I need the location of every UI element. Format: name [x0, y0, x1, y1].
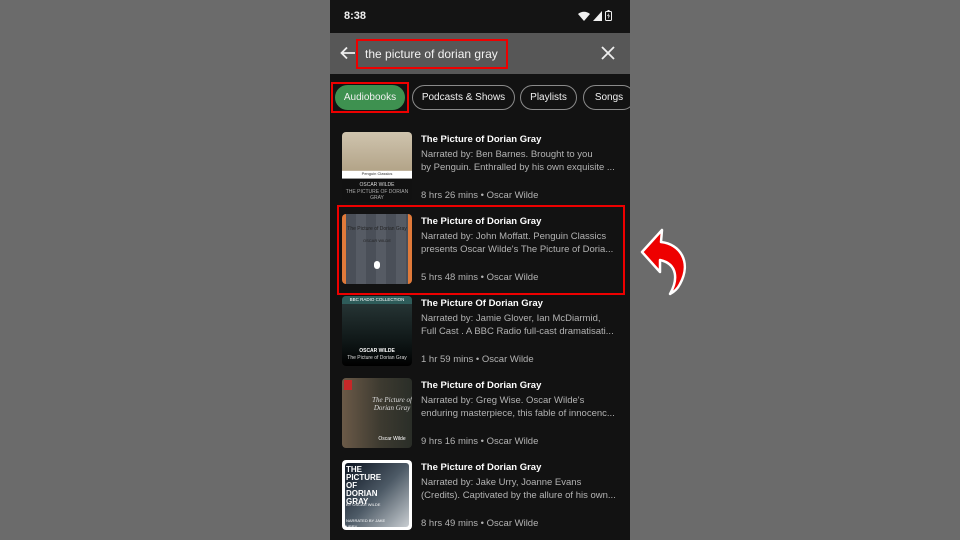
chip-label: Songs — [594, 92, 624, 103]
duration: 8 hrs 26 mins — [421, 190, 479, 201]
phone-screen: 8:38 Audiobooks Podcasts & Shows Playlis… — [330, 0, 630, 540]
cover-title: The Picture of Dorian Gray — [372, 396, 412, 412]
cover-art: The Picture of Dorian Gray Oscar Wilde — [342, 378, 412, 448]
chip-audiobooks[interactable]: Audiobooks — [335, 85, 405, 110]
result-title: The Picture of Dorian Gray — [421, 462, 542, 473]
result-title: The Picture of Dorian Gray — [421, 216, 542, 227]
author: Oscar Wilde — [486, 272, 539, 283]
result-row[interactable]: Penguin Classics OSCAR WILDE THE PICTURE… — [330, 126, 630, 206]
cover-art: BBC RADIO COLLECTION OSCAR WILDE The Pic… — [342, 296, 412, 366]
result-meta: 5 hrs 48 mins • Oscar Wilde — [421, 272, 538, 283]
description-line: Full Cast . A BBC Radio full-cast dramat… — [421, 326, 614, 337]
result-description: Narrated by: Ben Barnes. Brought to you … — [421, 148, 621, 174]
duration: 8 hrs 49 mins — [421, 518, 479, 529]
cover-author: Oscar Wilde — [378, 436, 406, 442]
cover-narrator: NARRATED BY JAKE URRY — [346, 518, 386, 529]
search-input[interactable] — [356, 39, 508, 69]
result-title: The Picture Of Dorian Gray — [421, 298, 543, 309]
close-icon[interactable] — [598, 43, 618, 63]
duration: 9 hrs 16 mins — [421, 436, 479, 447]
status-bar: 8:38 — [330, 0, 630, 33]
result-meta: 9 hrs 16 mins • Oscar Wilde — [421, 436, 538, 447]
status-icons — [578, 10, 612, 21]
result-row[interactable]: The Picture of Dorian Gray Oscar Wilde T… — [330, 372, 630, 452]
publisher-logo — [344, 380, 352, 390]
chip-podcasts-shows[interactable]: Podcasts & Shows — [412, 85, 515, 110]
cover-title: THE PICTURE OF DORIAN GRAY — [345, 189, 409, 201]
cover-author: OSCAR WILDE — [362, 238, 391, 243]
author: Oscar Wilde — [486, 190, 539, 201]
separator: • — [478, 518, 487, 529]
cover-author: BY OSCAR WILDE — [346, 502, 381, 507]
description-line: presents Oscar Wilde's The Picture of Do… — [421, 244, 614, 255]
duration: 5 hrs 48 mins — [421, 272, 479, 283]
result-description: Narrated by: Greg Wise. Oscar Wilde's en… — [421, 394, 621, 420]
curved-arrow-icon — [640, 228, 686, 296]
chip-label: Playlists — [530, 92, 567, 103]
wifi-icon — [578, 11, 590, 21]
result-description: Narrated by: Jake Urry, Joanne Evans (Cr… — [421, 476, 621, 502]
arrow-left-icon[interactable] — [338, 43, 358, 63]
author: Oscar Wilde — [486, 518, 539, 529]
cover-art: Penguin Classics OSCAR WILDE THE PICTURE… — [342, 132, 412, 202]
cover-art: The Picture of Dorian Gray OSCAR WILDE — [342, 214, 412, 284]
description-line: Narrated by: Jake Urry, Joanne Evans — [421, 477, 582, 488]
separator: • — [478, 190, 487, 201]
separator: • — [478, 436, 487, 447]
result-row-highlighted[interactable]: The Picture of Dorian Gray OSCAR WILDE T… — [330, 208, 630, 288]
result-meta: 8 hrs 26 mins • Oscar Wilde — [421, 190, 538, 201]
cover-title: The Picture of Dorian Gray — [347, 226, 407, 232]
cover-author: OSCAR WILDE — [359, 182, 395, 188]
chip-playlists[interactable]: Playlists — [520, 85, 577, 110]
status-time: 8:38 — [344, 10, 367, 22]
penguin-logo — [374, 261, 380, 269]
cover-top: Penguin Classics — [361, 171, 393, 176]
chip-label: Audiobooks — [343, 92, 397, 103]
result-title: The Picture of Dorian Gray — [421, 134, 542, 145]
cover-title: The Picture of Dorian Gray — [347, 355, 407, 361]
cover-pattern — [346, 214, 408, 284]
description-line: enduring masterpiece, this fable of inno… — [421, 408, 615, 419]
result-row[interactable]: THE PICTURE OF DORIAN GRAY BY OSCAR WILD… — [330, 454, 630, 534]
search-bar — [330, 33, 630, 74]
author: Oscar Wilde — [481, 354, 534, 365]
duration: 1 hr 59 mins — [421, 354, 474, 365]
description-line: (Credits). Captivated by the allure of h… — [421, 490, 616, 501]
description-line: by Penguin. Enthralled by his own exquis… — [421, 162, 615, 173]
result-title: The Picture of Dorian Gray — [421, 380, 542, 391]
cover-title: THE PICTURE OF DORIAN GRAY — [346, 465, 382, 506]
result-description: Narrated by: John Moffatt. Penguin Class… — [421, 230, 621, 256]
chip-songs[interactable]: Songs — [583, 85, 630, 110]
separator: • — [478, 272, 487, 283]
result-meta: 1 hr 59 mins • Oscar Wilde — [421, 354, 534, 365]
description-line: Narrated by: Ben Barnes. Brought to you — [421, 149, 593, 160]
author: Oscar Wilde — [486, 436, 539, 447]
cover-top: BBC RADIO COLLECTION — [349, 297, 405, 302]
result-meta: 8 hrs 49 mins • Oscar Wilde — [421, 518, 538, 529]
result-row[interactable]: BBC RADIO COLLECTION OSCAR WILDE The Pic… — [330, 290, 630, 370]
description-line: Narrated by: Greg Wise. Oscar Wilde's — [421, 395, 585, 406]
result-description: Narrated by: Jamie Glover, Ian McDiarmid… — [421, 312, 621, 338]
description-line: Narrated by: Jamie Glover, Ian McDiarmid… — [421, 313, 601, 324]
description-line: Narrated by: John Moffatt. Penguin Class… — [421, 231, 607, 242]
battery-charging-icon — [605, 10, 612, 21]
cover-author: OSCAR WILDE — [359, 348, 395, 354]
filter-chips: Audiobooks Podcasts & Shows Playlists So… — [330, 82, 630, 113]
cover-art: THE PICTURE OF DORIAN GRAY BY OSCAR WILD… — [342, 460, 412, 530]
chip-label: Podcasts & Shows — [421, 92, 506, 103]
cell-signal-icon — [593, 10, 602, 21]
separator: • — [473, 354, 482, 365]
